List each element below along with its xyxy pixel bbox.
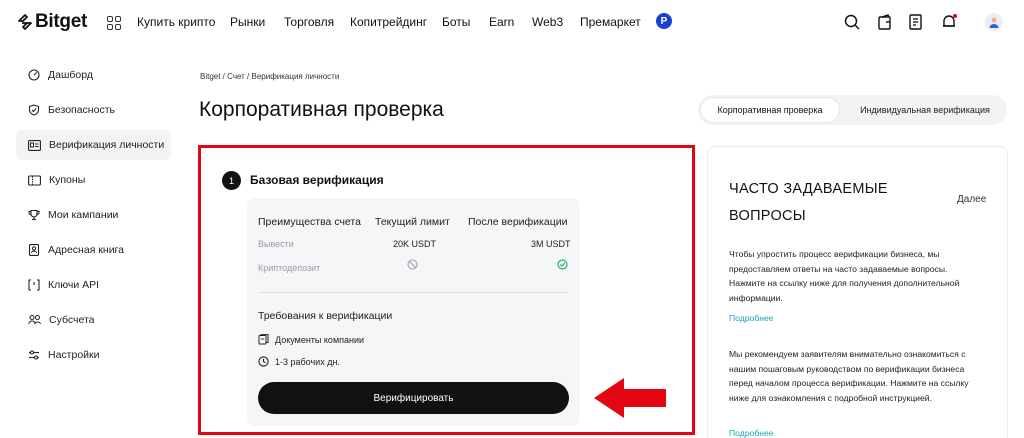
step-number-badge: 1 <box>222 171 241 190</box>
logo-text: Bitget <box>35 11 88 32</box>
wallet-icon[interactable] <box>876 13 894 31</box>
nav-copytrading[interactable]: Копитрейдинг <box>350 15 427 29</box>
red-arrow-icon <box>594 378 666 418</box>
sidebar-item-label: Безопасность <box>48 104 115 116</box>
nav-buy-crypto[interactable]: Купить крипто <box>137 15 215 29</box>
sidebar-item-label: Мои кампании <box>48 209 119 221</box>
api-icon <box>28 279 40 291</box>
documents-icon <box>258 334 269 345</box>
requirement-duration: 1-3 рабочих дн. <box>258 356 340 367</box>
bell-icon[interactable] <box>940 13 958 31</box>
faq-item-text: Мы рекомендуем заявителям внимательно оз… <box>729 349 969 403</box>
id-card-icon <box>28 139 41 151</box>
user-avatar-icon <box>989 17 999 28</box>
sidebar-item-settings[interactable]: Настройки <box>16 340 171 370</box>
sidebar-item-label: Настройки <box>48 349 100 361</box>
nav-markets[interactable]: Рынки <box>230 15 265 29</box>
p-badge-icon[interactable]: P <box>656 13 672 29</box>
sidebar-item-label: Верификация личности <box>49 139 165 151</box>
nav-premarket[interactable]: Премаркет <box>580 15 641 29</box>
dashboard-icon <box>28 69 40 81</box>
apps-grid-icon[interactable] <box>107 16 121 30</box>
sidebar-item-address-book[interactable]: Адресная книга <box>16 235 171 265</box>
withdraw-current-limit: 20K USDT <box>393 239 437 249</box>
requirement-text: 1-3 рабочих дн. <box>275 356 340 367</box>
sidebar-item-label: Ключи API <box>48 279 100 291</box>
sidebar-item-label: Субсчета <box>49 314 95 326</box>
bitget-logo-icon <box>18 14 32 30</box>
faq-item-link[interactable]: Подробнее <box>729 428 774 438</box>
sidebar-item-dashboard[interactable]: Дашборд <box>16 60 171 90</box>
settings-icon <box>29 350 39 360</box>
faq-title: ЧАСТО ЗАДАВАЕМЫЕ ВОПРОСЫ <box>729 181 888 224</box>
check-circle-icon <box>557 259 568 270</box>
faq-more-link[interactable]: Далее <box>957 194 986 205</box>
row-label-crypto-deposit: Криптодепозит <box>258 263 321 273</box>
sidebar-item-coupons[interactable]: Купоны <box>16 165 171 195</box>
row-label-withdraw: Вывести <box>258 239 294 249</box>
step-title: Базовая верификация <box>250 173 384 187</box>
table-header-after-verification: После верификации <box>468 216 568 228</box>
requirements-title: Требования к верификации <box>258 310 393 322</box>
sidebar-item-api-keys[interactable]: Ключи API <box>16 270 171 300</box>
sidebar-item-my-campaigns[interactable]: Мои кампании <box>16 200 171 230</box>
sidebar-item-subaccounts[interactable]: Субсчета <box>16 305 171 335</box>
requirement-documents: Документы компании <box>258 334 364 345</box>
breadcrumb[interactable]: Bitget / Счет / Верификация личности <box>200 72 339 81</box>
faq-item-link[interactable]: Подробнее <box>729 313 774 323</box>
tab-individual-verification[interactable]: Индивидуальная верификация <box>850 97 1000 123</box>
verify-button[interactable]: Верифицировать <box>258 382 569 414</box>
orders-icon[interactable] <box>907 13 925 31</box>
requirement-text: Документы компании <box>275 334 365 345</box>
sidebar-item-identity-verification[interactable]: Верификация личности <box>16 130 171 160</box>
coupon-icon <box>28 174 41 186</box>
search-icon[interactable] <box>843 13 861 31</box>
address-book-icon <box>28 244 40 256</box>
forbidden-icon <box>407 259 418 270</box>
faq-item-text: Чтобы упростить процесс верификации бизн… <box>729 249 960 303</box>
sidebar-item-label: Дашборд <box>48 69 93 81</box>
withdraw-after-limit: 3M USDT <box>531 239 571 249</box>
tab-corporate-verification[interactable]: Корпоративная проверка <box>700 97 840 123</box>
avatar[interactable] <box>985 13 1003 31</box>
page-title: Корпоративная проверка <box>199 98 444 121</box>
nav-trade[interactable]: Торговля <box>284 15 334 29</box>
subaccounts-icon <box>28 315 41 325</box>
nav-bots[interactable]: Боты <box>442 15 470 29</box>
clock-icon <box>258 356 269 367</box>
shield-icon <box>28 104 40 116</box>
sidebar-item-label: Адресная книга <box>48 244 124 256</box>
card-divider <box>258 292 568 293</box>
trophy-icon <box>28 209 40 221</box>
bitget-logo[interactable]: Bitget <box>17 11 87 33</box>
nav-web3[interactable]: Web3 <box>532 15 563 29</box>
sidebar-item-security[interactable]: Безопасность <box>16 95 171 125</box>
top-navbar: Bitget Купить крипто Рынки Торговля Копи… <box>0 0 1024 46</box>
table-header-benefits: Преимущества счета <box>258 216 361 228</box>
nav-earn[interactable]: Earn <box>489 15 514 29</box>
sidebar-item-label: Купоны <box>49 174 86 186</box>
table-header-current-limit: Текущий лимит <box>375 216 450 228</box>
